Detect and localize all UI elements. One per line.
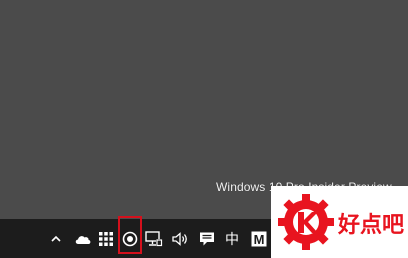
ime-language-label: 中 [225, 231, 239, 248]
network-icon[interactable] [144, 219, 164, 258]
onedrive-cloud-icon[interactable] [72, 219, 94, 258]
logo-text: 好点吧 [338, 213, 405, 238]
screen-record-highlight-box [118, 216, 142, 254]
site-logo: 好点吧 [271, 186, 408, 258]
gear-logo-icon [278, 194, 334, 250]
volume-icon[interactable] [170, 219, 190, 258]
app-grid-icon[interactable] [96, 219, 116, 258]
m-app-icon[interactable]: M [250, 219, 268, 258]
ime-language-indicator[interactable]: 中 [222, 219, 242, 258]
show-hidden-icons-chevron-up-icon[interactable] [49, 219, 63, 258]
m-app-label: M [254, 232, 265, 247]
action-center-icon[interactable] [197, 219, 217, 258]
